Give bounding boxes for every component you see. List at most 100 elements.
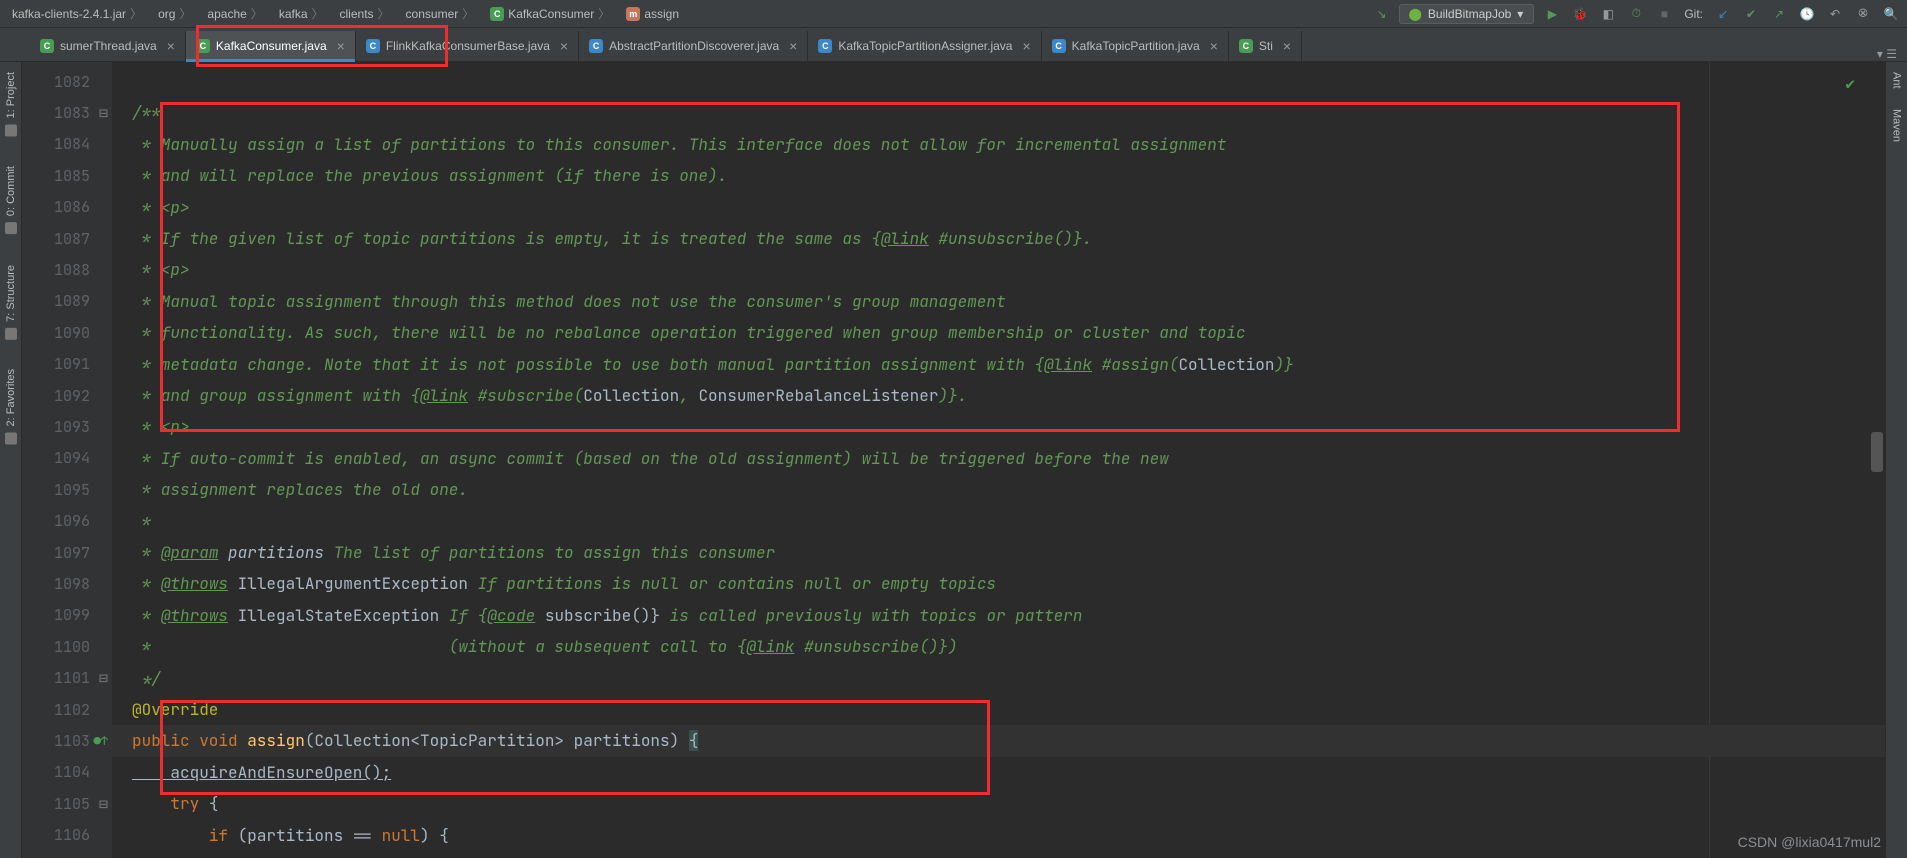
- code-line[interactable]: /**: [112, 97, 1885, 128]
- profile-icon[interactable]: ⏱: [1626, 4, 1646, 24]
- editor-tab[interactable]: CSti×: [1229, 31, 1302, 61]
- code-area[interactable]: ✔ /** * Manually assign a list of partit…: [112, 62, 1885, 858]
- line-number[interactable]: 1101⊟: [22, 662, 112, 693]
- toolwindow-tab[interactable]: 7: Structure: [5, 265, 17, 340]
- code-line[interactable]: * @throws IllegalArgumentException If pa…: [112, 568, 1885, 599]
- line-number[interactable]: 1084: [22, 129, 112, 160]
- code-line[interactable]: * <p>: [112, 411, 1885, 442]
- breadcrumb-pkg[interactable]: org〉: [152, 3, 197, 24]
- breadcrumb-pkg[interactable]: consumer〉: [400, 3, 481, 24]
- code-line[interactable]: *: [112, 506, 1885, 537]
- line-number[interactable]: 1087: [22, 223, 112, 254]
- editor-tab[interactable]: CKafkaConsumer.java×: [186, 31, 356, 61]
- close-icon[interactable]: ×: [337, 38, 345, 54]
- toolwindow-tab[interactable]: Maven: [1891, 109, 1903, 142]
- tab-label: KafkaTopicPartition.java: [1072, 39, 1200, 53]
- ide-errors-icon[interactable]: ⮿: [1853, 4, 1873, 24]
- code-line[interactable]: * and group assignment with {@link #subs…: [112, 380, 1885, 411]
- breadcrumb-method[interactable]: massign: [620, 5, 685, 23]
- breadcrumb-pkg[interactable]: apache〉: [201, 3, 268, 24]
- git-revert-icon[interactable]: ↶: [1825, 4, 1845, 24]
- tab-label: Sti: [1259, 39, 1273, 53]
- line-number[interactable]: 1097: [22, 537, 112, 568]
- line-number[interactable]: 1092: [22, 380, 112, 411]
- line-number[interactable]: 1106: [22, 819, 112, 850]
- line-number[interactable]: 1088: [22, 254, 112, 285]
- coverage-icon[interactable]: ◧: [1598, 4, 1618, 24]
- code-line[interactable]: acquireAndEnsureOpen();: [112, 757, 1885, 788]
- class-icon: C: [1052, 39, 1066, 53]
- line-number[interactable]: 1100: [22, 631, 112, 662]
- code-line[interactable]: */: [112, 663, 1885, 694]
- line-number[interactable]: 1085: [22, 160, 112, 191]
- line-number[interactable]: 1082: [22, 66, 112, 97]
- code-line[interactable]: * metadata change. Note that it is not p…: [112, 349, 1885, 380]
- editor-tab[interactable]: CsumerThread.java×: [30, 31, 186, 61]
- spring-icon: ⬤: [1408, 7, 1421, 21]
- search-everywhere-icon[interactable]: 🔍: [1881, 4, 1901, 24]
- editor-tab[interactable]: CKafkaTopicPartitionAssigner.java×: [808, 31, 1041, 61]
- breadcrumb-class[interactable]: CKafkaConsumer〉: [484, 3, 616, 24]
- code-line[interactable]: * Manual topic assignment through this m…: [112, 286, 1885, 317]
- git-commit-icon[interactable]: ✔: [1741, 4, 1761, 24]
- line-number[interactable]: 1099: [22, 600, 112, 631]
- close-icon[interactable]: ×: [1022, 38, 1030, 54]
- toolwindow-tab[interactable]: 0: Commit: [5, 166, 17, 234]
- navigation-toolbar: kafka-clients-2.4.1.jar〉 org〉 apache〉 ka…: [0, 0, 1907, 28]
- line-number[interactable]: 1086: [22, 192, 112, 223]
- code-line[interactable]: try {: [112, 788, 1885, 819]
- editor-tab[interactable]: C KafkaTopicPartition.java ×: [1042, 31, 1229, 61]
- code-line[interactable]: if (partitions == null) {: [112, 820, 1885, 851]
- breadcrumb-jar[interactable]: kafka-clients-2.4.1.jar〉: [6, 3, 148, 24]
- close-icon[interactable]: ×: [1210, 38, 1218, 54]
- code-line[interactable]: public void assign(Collection<TopicParti…: [112, 725, 1885, 756]
- debug-icon[interactable]: 🐞: [1570, 4, 1590, 24]
- editor-tab[interactable]: CAbstractPartitionDiscoverer.java×: [579, 31, 808, 61]
- line-number[interactable]: 1104: [22, 757, 112, 788]
- code-line[interactable]: * and will replace the previous assignme…: [112, 160, 1885, 191]
- close-icon[interactable]: ×: [560, 38, 568, 54]
- code-line[interactable]: * (without a subsequent call to {@link #…: [112, 631, 1885, 662]
- line-number[interactable]: 1093: [22, 411, 112, 442]
- toolwindow-tab[interactable]: 1: Project: [5, 72, 17, 136]
- code-line[interactable]: * <p>: [112, 254, 1885, 285]
- code-line[interactable]: * functionality. As such, there will be …: [112, 317, 1885, 348]
- code-line[interactable]: * @param partitions The list of partitio…: [112, 537, 1885, 568]
- git-history-icon[interactable]: 🕓: [1797, 4, 1817, 24]
- stop-icon[interactable]: ■: [1654, 4, 1674, 24]
- line-number[interactable]: 1083⊟: [22, 97, 112, 128]
- line-number[interactable]: 1095: [22, 474, 112, 505]
- line-number[interactable]: 1098: [22, 568, 112, 599]
- toolwindow-tab[interactable]: 2: Favorites: [5, 369, 17, 444]
- breadcrumb-pkg[interactable]: kafka〉: [273, 3, 330, 24]
- close-icon[interactable]: ×: [167, 38, 175, 54]
- code-line[interactable]: * <p>: [112, 192, 1885, 223]
- line-number[interactable]: 1103●↑: [22, 725, 112, 756]
- code-line[interactable]: * If auto-commit is enabled, an async co…: [112, 443, 1885, 474]
- git-push-icon[interactable]: ↗: [1769, 4, 1789, 24]
- line-number[interactable]: 1094: [22, 443, 112, 474]
- build-icon[interactable]: ↘: [1371, 4, 1391, 24]
- editor-tab[interactable]: CFlinkKafkaConsumerBase.java×: [356, 31, 579, 61]
- line-number[interactable]: 1091: [22, 349, 112, 380]
- editor-tabs: CsumerThread.java×CKafkaConsumer.java×CF…: [0, 28, 1907, 62]
- close-icon[interactable]: ×: [1283, 38, 1291, 54]
- code-line[interactable]: [112, 66, 1885, 97]
- line-number[interactable]: 1090: [22, 317, 112, 348]
- line-number[interactable]: 1102: [22, 694, 112, 725]
- breadcrumb-pkg[interactable]: clients〉: [334, 3, 396, 24]
- close-icon[interactable]: ×: [789, 38, 797, 54]
- code-line[interactable]: * assignment replaces the old one.: [112, 474, 1885, 505]
- line-number[interactable]: 1089: [22, 286, 112, 317]
- line-number[interactable]: 1096: [22, 505, 112, 536]
- code-line[interactable]: * @throws IllegalStateException If {@cod…: [112, 600, 1885, 631]
- code-line[interactable]: @Override: [112, 694, 1885, 725]
- code-line[interactable]: * If the given list of topic partitions …: [112, 223, 1885, 254]
- toolwindow-tab[interactable]: Ant: [1891, 72, 1903, 89]
- git-pull-icon[interactable]: ↙: [1713, 4, 1733, 24]
- run-config-selector[interactable]: ⬤ BuildBitmapJob ▾: [1399, 4, 1534, 24]
- line-number[interactable]: 1105⊟: [22, 788, 112, 819]
- tabs-overflow-icon[interactable]: ▾ ☰: [1867, 47, 1907, 61]
- code-line[interactable]: * Manually assign a list of partitions t…: [112, 129, 1885, 160]
- run-icon[interactable]: ▶: [1542, 4, 1562, 24]
